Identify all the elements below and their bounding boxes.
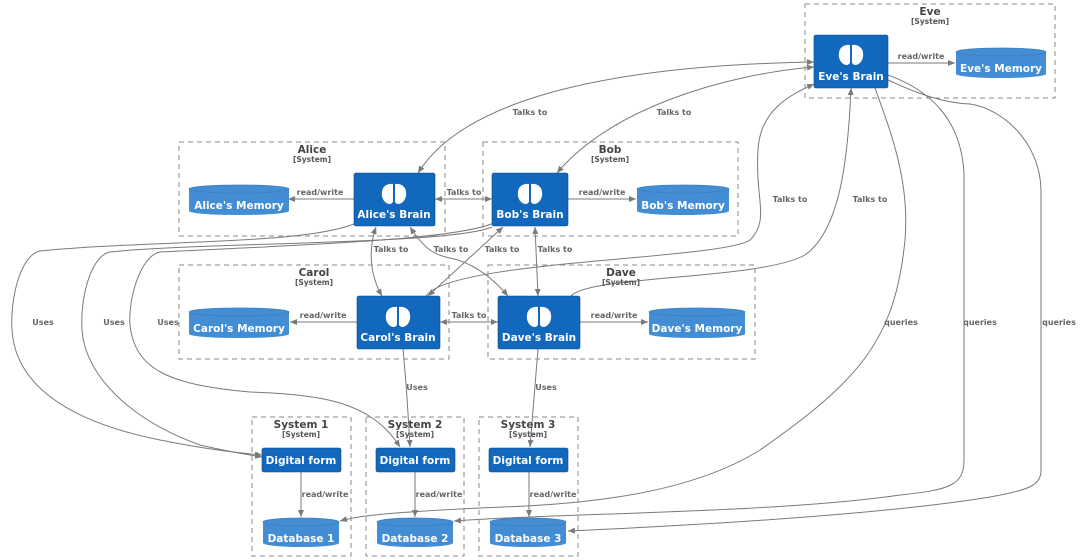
system-type: [System]: [396, 430, 434, 439]
database-label: Alice's Memory: [194, 200, 284, 212]
database-label: Carol's Memory: [193, 323, 285, 335]
edge-label: Talks to: [773, 195, 808, 204]
edge-label: Talks to: [447, 188, 482, 197]
component-label: Dave's Brain: [502, 332, 576, 344]
database-label: Dave's Memory: [652, 323, 743, 335]
database-3[interactable]: Database 3: [489, 517, 567, 547]
component-digital-form-3[interactable]: Digital form: [488, 447, 569, 473]
edge-label: Uses: [157, 318, 179, 327]
edge-label: Talks to: [513, 108, 548, 117]
edge-alice-to-carol[interactable]: [370, 226, 383, 297]
edge-label: queries: [1042, 318, 1076, 327]
component-bobs-brain[interactable]: Bob's Brain: [491, 172, 569, 227]
component-digital-form-2[interactable]: Digital form: [375, 447, 456, 473]
edge-eve-to-db3[interactable]: [567, 79, 1042, 534]
system-type: [System]: [293, 155, 331, 164]
database-2[interactable]: Database 2: [376, 517, 454, 547]
component-daves-brain[interactable]: Dave's Brain: [497, 295, 581, 350]
system-type: [System]: [602, 278, 640, 287]
component-label: Eve's Brain: [818, 71, 884, 83]
database-eves-memory[interactable]: Eve's Memory: [955, 47, 1047, 78]
component-label: Carol's Brain: [360, 332, 435, 344]
edge-label: Talks to: [538, 245, 573, 254]
edge-label: Uses: [535, 383, 557, 392]
database-daves-memory[interactable]: Dave's Memory: [648, 307, 746, 338]
edge-label: Uses: [32, 318, 54, 327]
edge-label: read/write: [591, 311, 638, 320]
component-eves-brain[interactable]: Eve's Brain: [813, 34, 889, 89]
database-label: Database 1: [268, 533, 335, 545]
edge-label: Talks to: [853, 195, 888, 204]
edge-label: read/write: [416, 490, 463, 499]
edge-label: Uses: [406, 383, 428, 392]
database-label: Eve's Memory: [960, 63, 1042, 75]
component-carols-brain[interactable]: Carol's Brain: [356, 295, 441, 350]
database-label: Database 3: [495, 533, 562, 545]
system-type: [System]: [509, 430, 547, 439]
component-label: Bob's Brain: [496, 209, 563, 221]
component-digital-form-1[interactable]: Digital form: [261, 447, 342, 473]
edge-label: read/write: [579, 188, 626, 197]
database-alices-memory[interactable]: Alice's Memory: [188, 184, 290, 215]
edge-bob-to-dave[interactable]: [532, 226, 541, 297]
edge-label: read/write: [898, 52, 945, 61]
edge-label: Talks to: [657, 108, 692, 117]
system-type: [System]: [282, 430, 320, 439]
edge-label: queries: [963, 318, 997, 327]
edge-label: read/write: [302, 490, 349, 499]
edge-label: queries: [884, 318, 918, 327]
edge-label: read/write: [297, 188, 344, 197]
edge-label: Uses: [103, 318, 125, 327]
system-type: [System]: [591, 155, 629, 164]
database-label: Bob's Memory: [641, 200, 725, 212]
component-alices-brain[interactable]: Alice's Brain: [353, 172, 436, 227]
database-1[interactable]: Database 1: [262, 517, 340, 547]
system-type: [System]: [911, 17, 949, 26]
edge-label: Talks to: [434, 245, 469, 254]
database-bobs-memory[interactable]: Bob's Memory: [636, 184, 730, 215]
database-label: Database 2: [382, 533, 449, 545]
edge-bob-to-carol[interactable]: [427, 226, 504, 297]
database-carols-memory[interactable]: Carol's Memory: [188, 307, 290, 338]
edge-label: read/write: [300, 311, 347, 320]
c4-diagram: read/write read/write read/write read/wr…: [11, 3, 1076, 557]
system-type: [System]: [295, 278, 333, 287]
component-label: Digital form: [266, 455, 337, 467]
edge-label: Talks to: [452, 311, 487, 320]
edge-label: read/write: [530, 490, 577, 499]
component-label: Digital form: [380, 455, 451, 467]
edge-label: Talks to: [485, 245, 520, 254]
component-label: Digital form: [493, 455, 564, 467]
edge-label: Talks to: [374, 245, 409, 254]
component-label: Alice's Brain: [357, 209, 430, 221]
